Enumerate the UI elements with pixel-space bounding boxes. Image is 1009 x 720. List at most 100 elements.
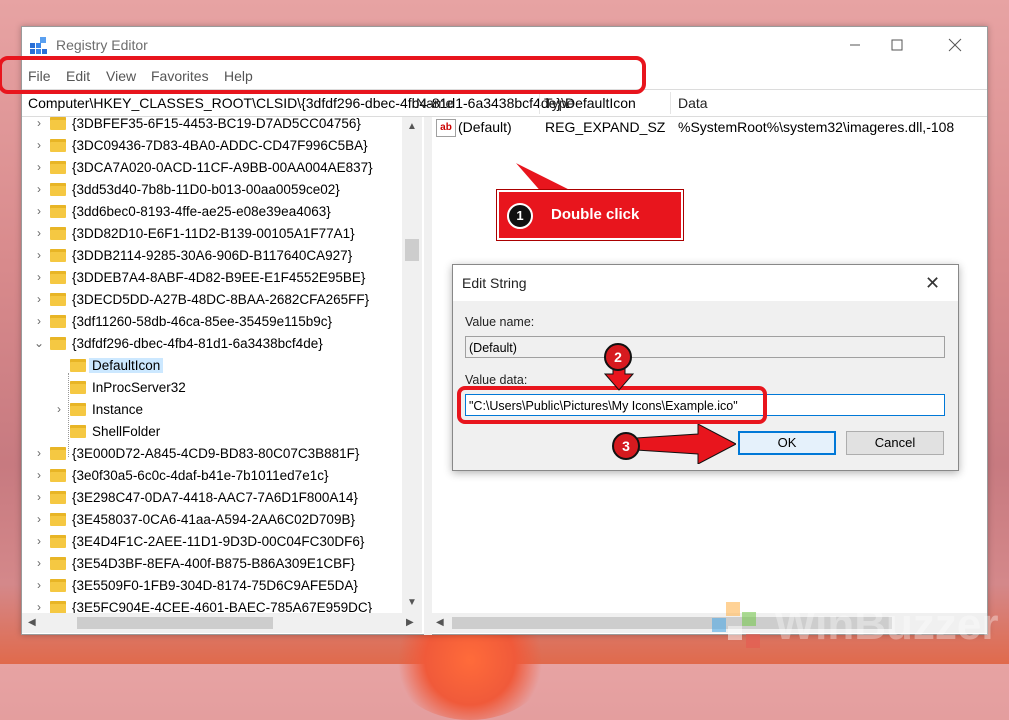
column-divider[interactable] [670, 92, 671, 114]
pane-splitter[interactable] [424, 117, 432, 635]
tree-item-shellfolder[interactable]: ShellFolder [22, 421, 402, 443]
folder-icon [50, 469, 66, 482]
cancel-button[interactable]: Cancel [846, 431, 944, 455]
step-2-badge: 2 [604, 343, 632, 371]
tree-item[interactable]: › {3E54D3BF-8EFA-400f-B875-B86A309E1CBF} [22, 553, 402, 575]
tree-item[interactable]: › {3DC09436-7D83-4BA0-ADDC-CD47F996C5BA} [22, 135, 402, 157]
chevron-right-icon: › [37, 512, 41, 526]
value-type: REG_EXPAND_SZ [545, 119, 666, 135]
tree-item[interactable]: › {3df11260-58db-46ca-85ee-35459e115b9c} [22, 311, 402, 333]
chevron-down-icon: ⌄ [34, 336, 45, 350]
folder-icon [50, 315, 66, 328]
folder-icon [50, 117, 66, 130]
folder-icon [50, 139, 66, 152]
tree-item[interactable]: › {3E5509F0-1FB9-304D-8174-75D6C9AFE5DA} [22, 575, 402, 597]
dialog-title: Edit String [462, 275, 527, 291]
tree-item-defaulticon[interactable]: DefaultIcon [22, 355, 402, 377]
scroll-down-icon[interactable]: ▼ [407, 597, 417, 608]
chevron-right-icon: › [37, 490, 41, 504]
registry-tree: › {3DBFEF35-6F15-4453-BC19-D7AD5CC04756} … [22, 117, 422, 613]
callout-text: Double click [551, 206, 640, 223]
scroll-left-icon[interactable]: ◀ [436, 617, 444, 628]
winbuzzer-logo-icon [712, 602, 760, 648]
tree-item[interactable]: › {3e0f30a5-6c0c-4daf-b41e-7b1011ed7e1c} [22, 465, 402, 487]
tree-item[interactable]: › {3DDB2114-9285-30A6-906D-B117640CA927} [22, 245, 402, 267]
column-type[interactable]: Type [544, 95, 574, 111]
column-name[interactable]: Name [416, 95, 453, 111]
tree-item[interactable]: › {3E298C47-0DA7-4418-AAC7-7A6D1F800A14} [22, 487, 402, 509]
value-data-label: Value data: [465, 373, 528, 387]
tree-vertical-scrollbar[interactable]: ▲ ▼ [402, 117, 422, 613]
chevron-right-icon: › [37, 600, 41, 613]
tree-item[interactable]: › {3dd53d40-7b8b-11D0-b013-00aa0059ce02} [22, 179, 402, 201]
tree-horizontal-scrollbar[interactable]: ◀ ▶ [22, 613, 422, 633]
chevron-right-icon: › [37, 270, 41, 284]
scroll-right-icon[interactable]: ▶ [406, 617, 414, 628]
column-divider[interactable] [539, 92, 540, 114]
folder-icon [50, 447, 66, 460]
folder-icon [70, 425, 86, 438]
folder-icon [50, 161, 66, 174]
tree-item[interactable]: › {3dd6bec0-8193-4ffe-ae25-e08e39ea4063} [22, 201, 402, 223]
scroll-thumb[interactable] [77, 617, 273, 629]
folder-open-icon [50, 337, 66, 350]
step-1-badge: 1 [507, 203, 533, 229]
folder-icon [50, 513, 66, 526]
tree-item-expanded[interactable]: ⌄ {3dfdf296-dbec-4fb4-81d1-6a3438bcf4de} [22, 333, 402, 355]
step-3-badge: 3 [612, 432, 640, 460]
tree-item[interactable]: › {3E000D72-A845-4CD9-BD83-80C07C3B881F} [22, 443, 402, 465]
chevron-right-icon: › [37, 248, 41, 262]
folder-icon [50, 557, 66, 570]
chevron-right-icon: › [37, 556, 41, 570]
folder-icon [70, 403, 86, 416]
chevron-right-icon: › [37, 204, 41, 218]
chevron-right-icon: › [37, 226, 41, 240]
tree-item[interactable]: › {3E5FC904E-4CEE-4601-BAEC-785A67E959DC} [22, 597, 402, 613]
value-row-default[interactable]: ab (Default) REG_EXPAND_SZ %SystemRoot%\… [412, 116, 962, 140]
string-value-icon: ab [436, 119, 456, 137]
tree-item[interactable]: › {3DBFEF35-6F15-4453-BC19-D7AD5CC04756} [22, 117, 402, 135]
chevron-right-icon: › [37, 160, 41, 174]
chevron-right-icon: › [37, 446, 41, 460]
chevron-right-icon: › [37, 292, 41, 306]
column-data[interactable]: Data [678, 95, 708, 111]
value-name-field: (Default) [465, 336, 945, 358]
folder-icon [50, 227, 66, 240]
folder-icon [50, 601, 66, 613]
close-icon[interactable]: ✕ [925, 273, 940, 294]
value-name-label: Value name: [465, 315, 535, 329]
tree-item-instance[interactable]: › Instance [22, 399, 402, 421]
folder-icon [50, 183, 66, 196]
minimize-button[interactable] [832, 31, 878, 59]
tree-item[interactable]: › {3E458037-0CA6-41aa-A594-2AA6C02D709B} [22, 509, 402, 531]
registry-editor-app-icon [30, 37, 47, 54]
tree-item-inprocserver32[interactable]: InProcServer32 [22, 377, 402, 399]
ok-button[interactable]: OK [738, 431, 836, 455]
scroll-left-icon[interactable]: ◀ [28, 617, 36, 628]
tree-item[interactable]: › {3DD82D10-E6F1-11D2-B139-00105A1F77A1} [22, 223, 402, 245]
folder-icon [50, 205, 66, 218]
tree-item[interactable]: › {3DECD5DD-A27B-48DC-8BAA-2682CFA265FF} [22, 289, 402, 311]
tree-item[interactable]: › {3DDEB7A4-8ABF-4D82-B9EE-E1F4552E95BE} [22, 267, 402, 289]
chevron-right-icon: › [37, 314, 41, 328]
value-data: %SystemRoot%\system32\imageres.dll,-108 [678, 119, 955, 135]
scroll-thumb[interactable] [405, 239, 419, 261]
address-highlight-box [0, 56, 646, 94]
chevron-right-icon: › [37, 468, 41, 482]
folder-icon [50, 535, 66, 548]
folder-icon [70, 381, 86, 394]
close-button[interactable] [932, 31, 978, 59]
chevron-right-icon: › [37, 182, 41, 196]
folder-icon [50, 293, 66, 306]
double-click-callout: 1 Double click [496, 189, 684, 241]
maximize-button[interactable] [874, 31, 920, 59]
chevron-right-icon: › [37, 117, 41, 130]
tree-item[interactable]: › {3DCA7A020-0ACD-11CF-A9BB-00AA004AE837} [22, 157, 402, 179]
tree-item[interactable]: › {3E4D4F1C-2AEE-11D1-9D3D-00C04FC30DF6} [22, 531, 402, 553]
folder-icon [50, 271, 66, 284]
folder-icon [50, 491, 66, 504]
values-list-header: Name Type Data [412, 92, 962, 114]
folder-icon [50, 249, 66, 262]
chevron-right-icon: › [37, 578, 41, 592]
maximize-icon [891, 39, 903, 51]
